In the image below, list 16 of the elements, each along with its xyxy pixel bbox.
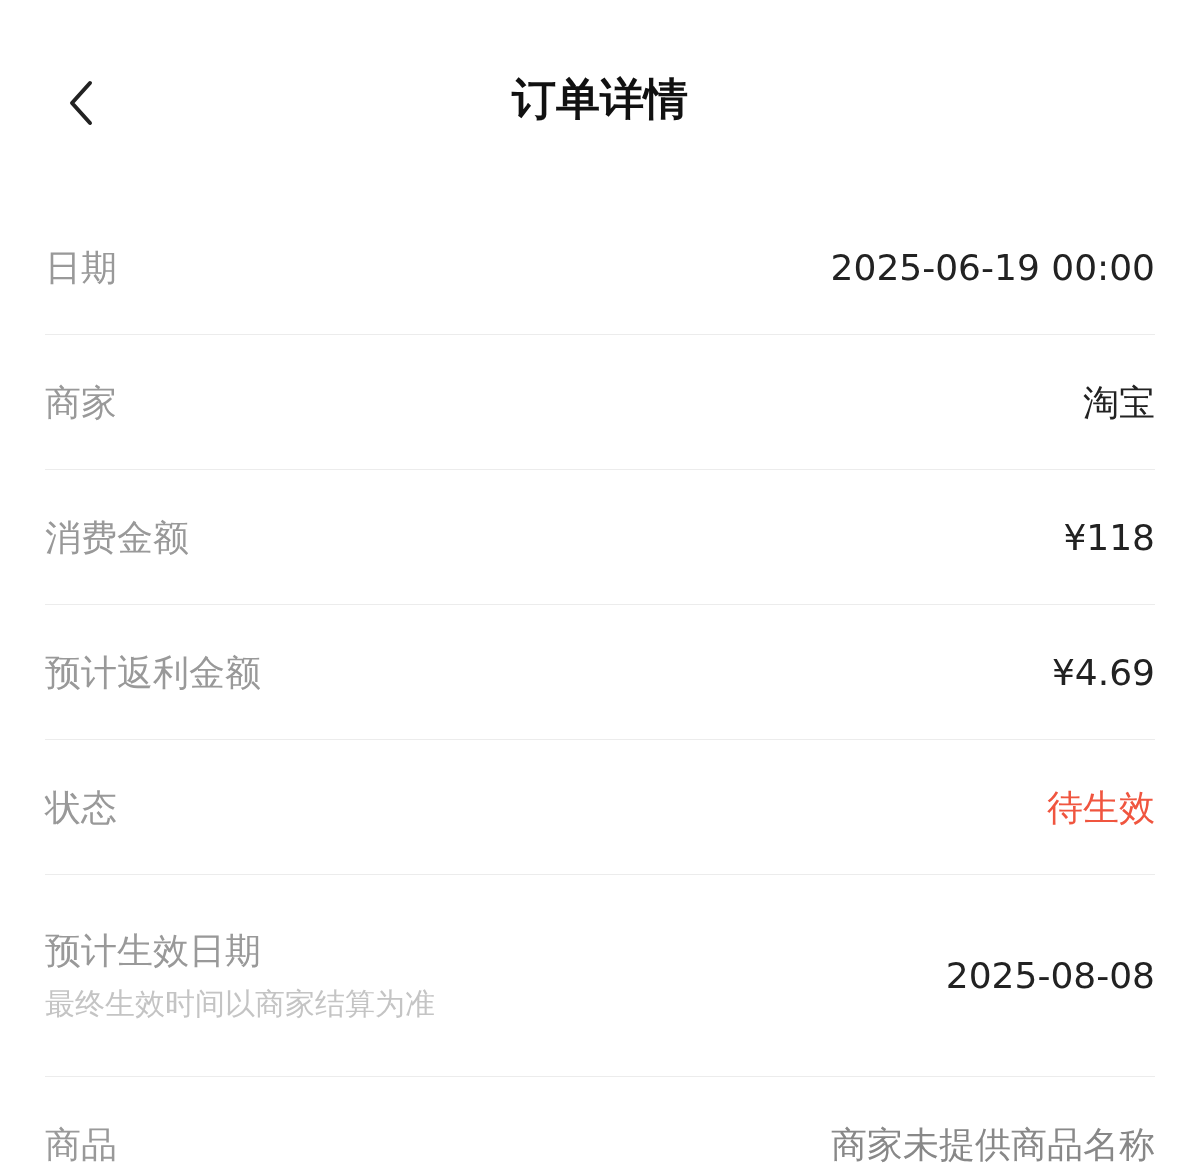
- field-label: 日期: [45, 245, 117, 290]
- field-value: ¥4.69: [1051, 650, 1155, 695]
- field-label: 商品: [45, 1123, 117, 1167]
- field-label: 预计返利金额: [45, 650, 261, 695]
- field-label: 商家: [45, 380, 117, 425]
- field-label: 预计生效日期: [45, 929, 262, 974]
- field-value: 淘宝: [1083, 380, 1155, 425]
- page-title: 订单详情: [512, 72, 688, 126]
- field-label: 状态: [45, 785, 117, 830]
- field-value: 2025-06-19 00:00: [830, 245, 1155, 290]
- field-value: 商家未提供商品名称: [831, 1123, 1155, 1167]
- field-value: 待生效: [1047, 785, 1155, 830]
- field-value: 2025-08-08: [945, 954, 1155, 998]
- field-value: ¥118: [1063, 515, 1155, 560]
- field-note: 最终生效时间以商家结算为准: [45, 985, 435, 1023]
- field-label: 消费金额: [45, 515, 189, 560]
